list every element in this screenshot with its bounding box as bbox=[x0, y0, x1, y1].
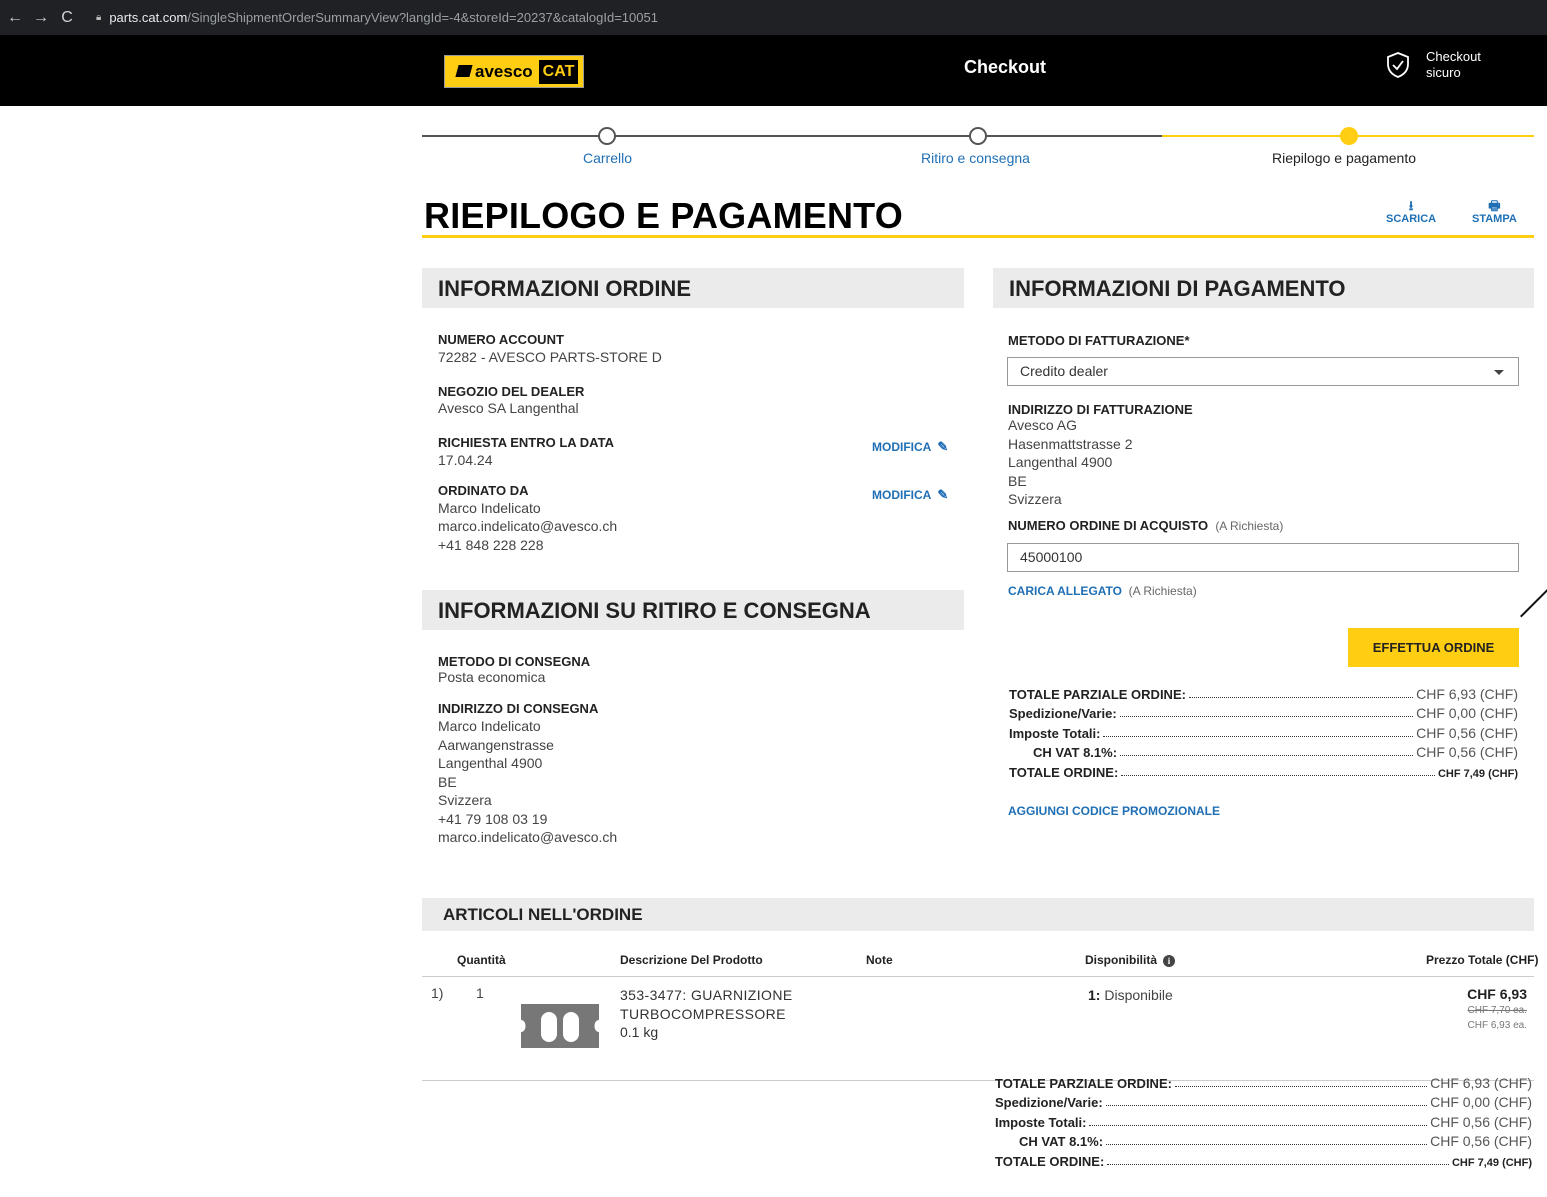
page-title: RIEPILOGO E PAGAMENTO bbox=[424, 195, 903, 236]
col-quantity: Quantità bbox=[457, 953, 506, 967]
step-summary-label: Riepilogo e pagamento bbox=[1272, 150, 1416, 166]
step-delivery-link[interactable]: Ritiro e consegna bbox=[921, 150, 1030, 166]
step-dot-cart bbox=[598, 127, 616, 145]
account-label: NUMERO ACCOUNT bbox=[438, 332, 564, 347]
step-dot-delivery bbox=[969, 127, 987, 145]
row-total-price: CHF 6,93 bbox=[1467, 986, 1527, 1002]
billing-method-label: METODO DI FATTURAZIONE* bbox=[1008, 333, 1190, 348]
po-number-input[interactable]: 45000100 bbox=[1007, 543, 1519, 572]
reload-icon[interactable]: C bbox=[56, 9, 78, 27]
order-totals-bottom: TOTALE PARZIALE ORDINE: CHF 6,93 (CHF) Sp… bbox=[995, 1074, 1532, 1169]
ordered-by-email: marco.indelicato@avesco.ch bbox=[438, 518, 618, 534]
delivery-info-heading: INFORMAZIONI SU RITIRO E CONSEGNA bbox=[422, 590, 964, 630]
table-header-divider bbox=[422, 976, 1534, 977]
dealer-value: Avesco SA Langenthal bbox=[438, 400, 579, 416]
address-bar[interactable]: parts.cat.com/SingleShipmentOrderSummary… bbox=[109, 10, 658, 25]
mouse-pointer bbox=[1520, 587, 1547, 618]
row-unit-price: CHF 6,93 ea. bbox=[1467, 1020, 1527, 1031]
edit-orderer-button[interactable]: MODIFICA ✎ bbox=[872, 487, 948, 503]
row-old-unit-price: CHF 7,70 ea. bbox=[1467, 1005, 1527, 1016]
delivery-method-value: Posta economica bbox=[438, 669, 546, 685]
chevron-down-icon bbox=[1494, 370, 1504, 375]
payment-info-heading: INFORMAZIONI DI PAGAMENTO bbox=[993, 268, 1534, 308]
delivery-address-label: INDIRIZZO DI CONSEGNA bbox=[438, 701, 599, 716]
product-description: 353-3477: GUARNIZIONE TURBOCOMPRESSORE 0… bbox=[620, 986, 793, 1040]
header-title: Checkout bbox=[963, 57, 1046, 77]
download-icon: ⭳ bbox=[1408, 198, 1414, 213]
dealer-label: NEGOZIO DEL DEALER bbox=[438, 384, 585, 399]
pencil-icon: ✎ bbox=[937, 439, 949, 454]
ordered-by-name: Marco Indelicato bbox=[438, 500, 541, 516]
account-value: 72282 - AVESCO PARTS-STORE D bbox=[438, 349, 662, 365]
print-button[interactable]: 🖶︎ STAMPA bbox=[1472, 198, 1517, 226]
ordered-by-phone: +41 848 228 228 bbox=[438, 537, 544, 553]
billing-address-label: INDIRIZZO DI FATTURAZIONE bbox=[1008, 402, 1193, 417]
back-icon[interactable]: ← bbox=[4, 9, 26, 27]
browser-toolbar: ← → C 🔒︎ parts.cat.com/SingleShipmentOrd… bbox=[0, 0, 1547, 35]
col-availability: Disponibilità i bbox=[1085, 953, 1175, 967]
order-info-heading: INFORMAZIONI ORDINE bbox=[422, 268, 964, 308]
product-weight: 0.1 kg bbox=[620, 1024, 659, 1040]
upload-attachment-link[interactable]: CARICA ALLEGATO (A Richiesta) bbox=[1008, 584, 1197, 598]
billing-address: Avesco AG Hasenmattstrasse 2 Langenthal … bbox=[1008, 417, 1133, 507]
download-button[interactable]: ⭳ SCARICA bbox=[1386, 198, 1436, 226]
col-description: Descrizione Del Prodotto bbox=[620, 953, 763, 967]
po-number-label: NUMERO ORDINE DI ACQUISTO (A Richiesta) bbox=[1008, 518, 1284, 533]
availability-status: 1: Disponibile bbox=[1088, 987, 1173, 1003]
product-image[interactable] bbox=[517, 1000, 603, 1052]
order-items-heading: ARTICOLI NELL'ORDINE bbox=[422, 898, 1534, 931]
secure-checkout-badge: Checkout sicuro bbox=[1386, 49, 1481, 81]
row-quantity: 1 bbox=[476, 985, 484, 1001]
product-name[interactable]: 353-3477: GUARNIZIONE bbox=[620, 986, 793, 1005]
dealer-logo[interactable]: avesco CAT bbox=[444, 55, 584, 88]
billing-method-select[interactable]: Credito dealer bbox=[1007, 357, 1519, 386]
lock-icon: 🔒︎ bbox=[96, 12, 102, 23]
title-divider bbox=[422, 235, 1534, 238]
row-index: 1) bbox=[431, 985, 444, 1001]
avesco-mark-icon bbox=[455, 64, 473, 77]
col-total-price: Prezzo Totale (CHF) bbox=[1426, 953, 1539, 967]
shield-check-icon bbox=[1387, 52, 1409, 78]
col-notes: Note bbox=[866, 953, 893, 967]
cat-logo: CAT bbox=[538, 59, 579, 84]
add-promo-code-link[interactable]: AGGIUNGI CODICE PROMOZIONALE bbox=[1008, 804, 1220, 818]
place-order-button[interactable]: EFFETTUA ORDINE bbox=[1348, 628, 1519, 667]
forward-icon[interactable]: → bbox=[30, 9, 52, 27]
edit-date-button[interactable]: MODIFICA ✎ bbox=[872, 439, 948, 455]
order-totals-summary: TOTALE PARZIALE ORDINE: CHF 6,93 (CHF) Sp… bbox=[1009, 685, 1518, 780]
request-date-label: RICHIESTA ENTRO LA DATA bbox=[438, 435, 614, 450]
request-date-value: 17.04.24 bbox=[438, 452, 493, 468]
delivery-address: Marco Indelicato Aarwangenstrasse Langen… bbox=[438, 718, 618, 845]
info-icon[interactable]: i bbox=[1163, 955, 1175, 967]
step-dot-summary bbox=[1340, 127, 1358, 145]
print-icon: 🖶︎ bbox=[1488, 198, 1501, 213]
ordered-by-label: ORDINATO DA bbox=[438, 483, 529, 498]
step-cart-link[interactable]: Carrello bbox=[583, 150, 632, 166]
site-header: avesco CAT Checkout Checkout sicuro bbox=[0, 35, 1547, 106]
pencil-icon: ✎ bbox=[937, 487, 949, 502]
delivery-method-label: METODO DI CONSEGNA bbox=[438, 654, 591, 669]
checkout-progress: Carrello Ritiro e consegna Riepilogo e p… bbox=[422, 124, 1534, 174]
